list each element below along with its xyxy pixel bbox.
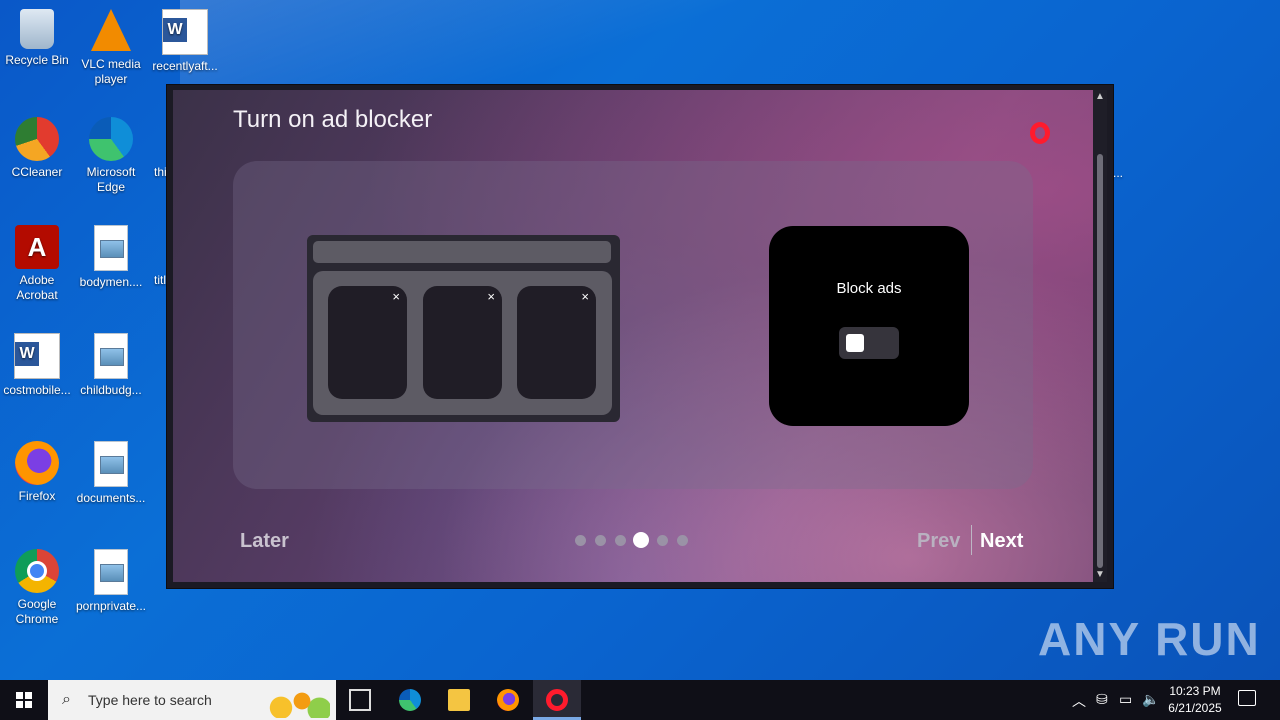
desktop-icon-vlc[interactable]: VLC media player — [74, 5, 148, 87]
step-dot[interactable] — [657, 535, 668, 546]
desktop-icon-recentlyaft[interactable]: W recentlyaft... — [148, 5, 222, 74]
desktop-icon-bodymen[interactable]: bodymen.... — [74, 221, 148, 290]
close-icon: × — [581, 289, 589, 304]
ad-blocker-illustration: × × × Block ads — [233, 161, 1033, 489]
desktop-icon-label: Recycle Bin — [5, 53, 69, 67]
desktop-icon-label: documents... — [76, 491, 146, 505]
folder-icon — [448, 689, 470, 711]
desktop-icon-label: bodymen.... — [79, 275, 143, 289]
close-icon: × — [487, 289, 495, 304]
desktop-icon-costmobile[interactable]: W costmobile... — [0, 329, 74, 398]
network-icon[interactable]: ▭ — [1119, 691, 1132, 708]
later-button[interactable]: Later — [240, 530, 289, 553]
opera-logo-icon — [1030, 122, 1050, 144]
edge-icon — [399, 689, 421, 711]
step-dot[interactable] — [575, 535, 586, 546]
taskbar-file-explorer[interactable] — [435, 680, 483, 720]
step-dot[interactable] — [615, 535, 626, 546]
step-dot-active[interactable] — [633, 532, 649, 548]
desktop-icon-label: pornprivate... — [75, 599, 147, 613]
word-document-icon: W — [162, 9, 208, 55]
word-document-icon: W — [14, 333, 60, 379]
vertical-scrollbar[interactable]: ▲ ▼ — [1093, 90, 1107, 582]
close-icon: × — [392, 289, 400, 304]
block-ads-card: Block ads — [769, 226, 969, 426]
start-button[interactable] — [0, 680, 48, 720]
search-icon: ⌕ — [62, 691, 71, 708]
mock-page-content: × × × — [313, 271, 612, 415]
task-view-button[interactable] — [336, 680, 384, 720]
ccleaner-icon — [15, 117, 59, 161]
desktop-icon-acrobat[interactable]: A Adobe Acrobat — [0, 221, 74, 303]
usb-device-icon[interactable]: ⛁ — [1096, 691, 1108, 708]
image-file-icon — [94, 441, 128, 487]
taskbar-firefox[interactable] — [484, 680, 532, 720]
edge-icon — [89, 117, 133, 161]
scroll-up-icon[interactable]: ▲ — [1093, 90, 1107, 104]
desktop-icon-ccleaner[interactable]: CCleaner — [0, 113, 74, 180]
windows-logo-icon — [16, 692, 32, 708]
desktop-icon-firefox[interactable]: Firefox — [0, 437, 74, 504]
taskbar: ⌕ Type here to search ︿ ⛁ ▭ 🔈 10:23 PM 6… — [0, 680, 1280, 720]
desktop-icon-pornprivate[interactable]: pornprivate... — [74, 545, 148, 614]
onboarding-content: Turn on ad blocker × × × Block ads Later… — [173, 90, 1093, 582]
browser-mockup: × × × — [307, 235, 620, 422]
ad-tile: × — [517, 286, 596, 399]
desktop-light-streak — [180, 0, 880, 90]
ad-tile: × — [423, 286, 502, 399]
onboarding-title: Turn on ad blocker — [233, 106, 433, 133]
firefox-icon — [497, 689, 519, 711]
anyrun-watermark: ANY RUN — [1038, 613, 1261, 665]
block-ads-toggle[interactable] — [839, 327, 899, 359]
nav-divider — [971, 525, 972, 555]
desktop-icon-recycle-bin[interactable]: Recycle Bin — [0, 5, 74, 68]
image-file-icon — [94, 225, 128, 271]
desktop-icon-label: Google Chrome — [15, 597, 59, 626]
desktop-icon-label: costmobile... — [3, 383, 71, 397]
next-button[interactable]: Next — [980, 530, 1023, 553]
opera-icon — [546, 689, 568, 711]
volume-icon[interactable]: 🔈 — [1142, 691, 1159, 708]
desktop-icon-label: Adobe Acrobat — [16, 273, 58, 302]
desktop-icon-documents[interactable]: documents... — [74, 437, 148, 506]
desktop-icon-partial-label: ... — [1113, 166, 1124, 180]
chrome-icon — [15, 549, 59, 593]
taskbar-clock[interactable]: 10:23 PM 6/21/2025 — [1162, 683, 1228, 717]
block-ads-label: Block ads — [836, 280, 902, 297]
clock-time: 10:23 PM — [1169, 684, 1221, 698]
image-file-icon — [94, 549, 128, 595]
desktop-icon-label: VLC media player — [81, 57, 141, 86]
ad-tile: × — [328, 286, 407, 399]
search-highlight-art — [260, 684, 330, 718]
notification-center-icon[interactable] — [1238, 690, 1256, 706]
vlc-cone-icon — [91, 9, 131, 51]
scroll-thumb[interactable] — [1097, 154, 1103, 568]
step-dot[interactable] — [677, 535, 688, 546]
scroll-down-icon[interactable]: ▼ — [1093, 568, 1107, 582]
taskbar-opera[interactable] — [533, 680, 581, 720]
desktop-icon-label: childbudg... — [80, 383, 142, 397]
firefox-icon — [15, 441, 59, 485]
clock-date: 6/21/2025 — [1168, 701, 1222, 715]
show-hidden-icons-chevron-icon[interactable]: ︿ — [1072, 691, 1086, 711]
desktop-icon-edge[interactable]: Microsoft Edge — [74, 113, 148, 195]
task-view-icon — [349, 689, 371, 711]
toggle-knob — [846, 334, 864, 352]
desktop-icon-label: recentlyaft... — [152, 59, 218, 73]
desktop-icon-label: CCleaner — [11, 165, 63, 179]
desktop-icon-chrome[interactable]: Google Chrome — [0, 545, 74, 627]
step-dot[interactable] — [595, 535, 606, 546]
mock-address-bar — [313, 241, 611, 263]
desktop-icon-label: Microsoft Edge — [86, 165, 136, 194]
opera-onboarding-window: Turn on ad blocker × × × Block ads Later… — [167, 85, 1113, 588]
recycle-bin-icon — [20, 9, 54, 49]
prev-button[interactable]: Prev — [917, 530, 960, 553]
image-file-icon — [94, 333, 128, 379]
taskbar-search[interactable]: ⌕ Type here to search — [48, 680, 336, 720]
desktop-icon-label: Firefox — [18, 489, 56, 503]
acrobat-icon: A — [15, 225, 59, 269]
taskbar-edge[interactable] — [386, 680, 434, 720]
search-placeholder: Type here to search — [88, 692, 212, 708]
desktop-icon-childbudg[interactable]: childbudg... — [74, 329, 148, 398]
